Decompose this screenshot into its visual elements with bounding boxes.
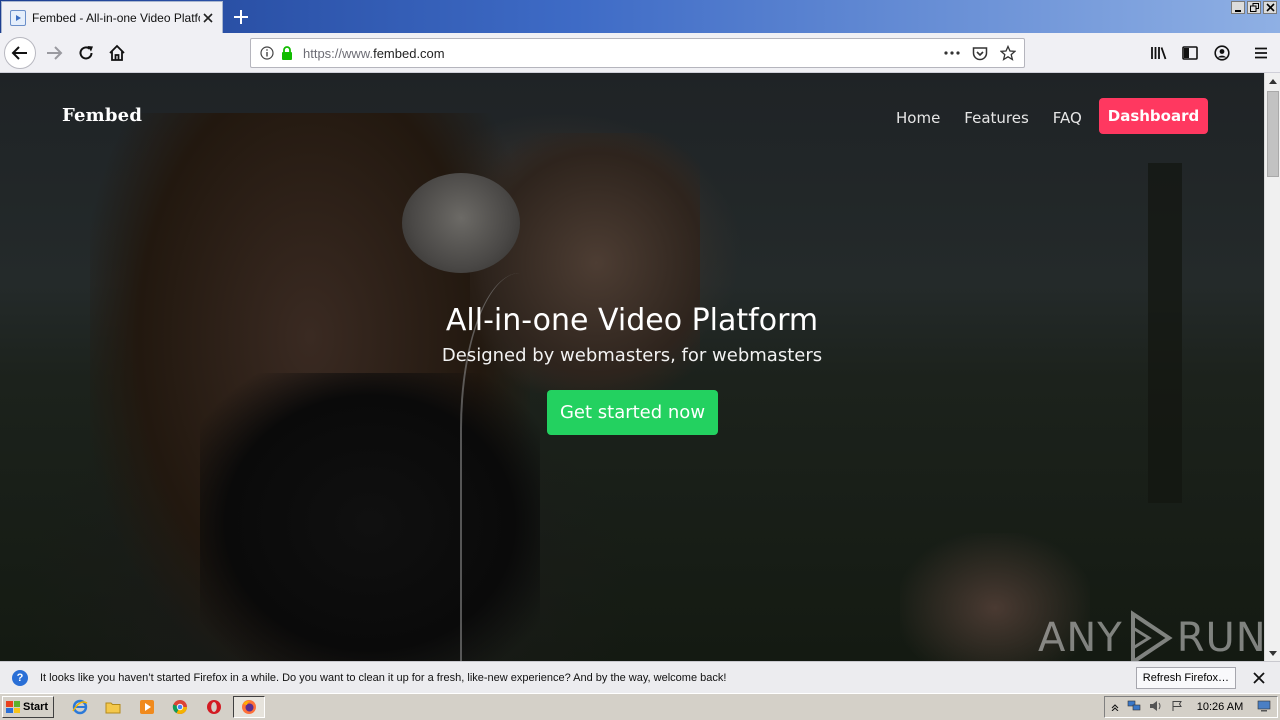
media-player-icon[interactable]	[138, 698, 156, 716]
watermark-play-icon	[1130, 610, 1173, 661]
action-center-flag-icon[interactable]	[1171, 700, 1183, 715]
scroll-down-arrow-icon[interactable]	[1265, 645, 1280, 661]
page-actions-ellipsis-icon[interactable]	[944, 45, 960, 61]
question-icon: ?	[12, 669, 28, 686]
refresh-firefox-button[interactable]: Refresh Firefox…	[1135, 666, 1236, 689]
system-tray: 10:26 AM	[1104, 696, 1278, 718]
dashboard-button[interactable]: Dashboard	[1099, 98, 1208, 134]
tray-expand-icon[interactable]	[1111, 700, 1119, 714]
watermark-left-text: ANY	[1038, 615, 1123, 661]
url-bar[interactable]: https://www.fembed.com	[250, 38, 1025, 68]
explorer-folder-icon[interactable]	[104, 698, 122, 716]
browser-tab[interactable]: Fembed - All-in-one Video Platform	[1, 1, 223, 33]
site-logo[interactable]: Fembed	[62, 105, 142, 126]
volume-icon[interactable]	[1149, 700, 1163, 715]
back-arrow-icon[interactable]	[4, 37, 36, 69]
secure-lock-icon[interactable]	[279, 45, 295, 61]
bookmark-star-icon[interactable]	[1000, 45, 1016, 61]
url-host: fembed.com	[373, 45, 445, 61]
windows-logo-icon	[6, 701, 20, 713]
notification-text: It looks like you haven’t started Firefo…	[40, 671, 727, 684]
start-label: Start	[23, 701, 49, 713]
notification-bar: ? It looks like you haven’t started Fire…	[0, 661, 1280, 693]
forward-arrow-icon[interactable]	[38, 37, 70, 69]
ie-icon[interactable]	[71, 698, 89, 716]
page-scrollbar[interactable]	[1264, 73, 1280, 661]
pocket-icon[interactable]	[972, 45, 988, 61]
taskbar: Start 10:26 AM	[0, 693, 1280, 720]
title-bar: Fembed - All-in-one Video Platform	[0, 0, 1280, 33]
nav-link-faq[interactable]: FAQ	[1053, 109, 1082, 127]
new-tab-plus-icon[interactable]	[228, 4, 254, 30]
library-icon[interactable]	[1143, 37, 1175, 69]
watermark-right-text: RUN	[1176, 615, 1264, 661]
clock[interactable]: 10:26 AM	[1197, 701, 1243, 713]
anyrun-watermark: ANY RUN	[1038, 608, 1264, 661]
nav-link-home[interactable]: Home	[896, 109, 940, 127]
opera-icon[interactable]	[205, 698, 223, 716]
get-started-button[interactable]: Get started now	[547, 390, 718, 435]
hero-photo-headphone	[402, 173, 520, 273]
close-window-icon[interactable]	[1263, 1, 1277, 14]
sidebar-icon[interactable]	[1174, 37, 1206, 69]
navigation-toolbar: https://www.fembed.com	[0, 33, 1280, 73]
network-icon[interactable]	[1127, 700, 1141, 715]
restore-icon[interactable]	[1247, 1, 1261, 14]
hero-title: All-in-one Video Platform	[445, 303, 819, 338]
minimize-icon[interactable]	[1231, 1, 1245, 14]
url-scheme: https://www.	[303, 45, 374, 61]
firefox-icon[interactable]	[240, 698, 258, 716]
scroll-thumb[interactable]	[1267, 91, 1279, 177]
home-icon[interactable]	[101, 37, 133, 69]
notification-close-icon[interactable]	[1250, 669, 1268, 687]
reload-icon[interactable]	[70, 37, 102, 69]
hero-subtitle: Designed by webmasters, for webmasters	[441, 345, 823, 366]
start-button[interactable]: Start	[2, 696, 54, 718]
info-icon[interactable]	[259, 45, 275, 61]
video-favicon-icon	[10, 9, 26, 26]
show-desktop-icon[interactable]	[1257, 700, 1271, 715]
window-controls	[1231, 1, 1277, 14]
url-text[interactable]: https://www.fembed.com	[303, 46, 944, 61]
tab-title: Fembed - All-in-one Video Platform	[32, 10, 200, 25]
nav-link-features[interactable]: Features	[964, 109, 1029, 127]
scroll-up-arrow-icon[interactable]	[1265, 73, 1280, 89]
tab-close-icon[interactable]	[200, 10, 216, 26]
chrome-icon[interactable]	[171, 698, 189, 716]
page-viewport: Fembed Home Features FAQ Dashboard All-i…	[0, 73, 1264, 661]
hamburger-menu-icon[interactable]	[1245, 37, 1277, 69]
site-nav: Home Features FAQ	[896, 109, 1082, 127]
account-icon[interactable]	[1206, 37, 1238, 69]
